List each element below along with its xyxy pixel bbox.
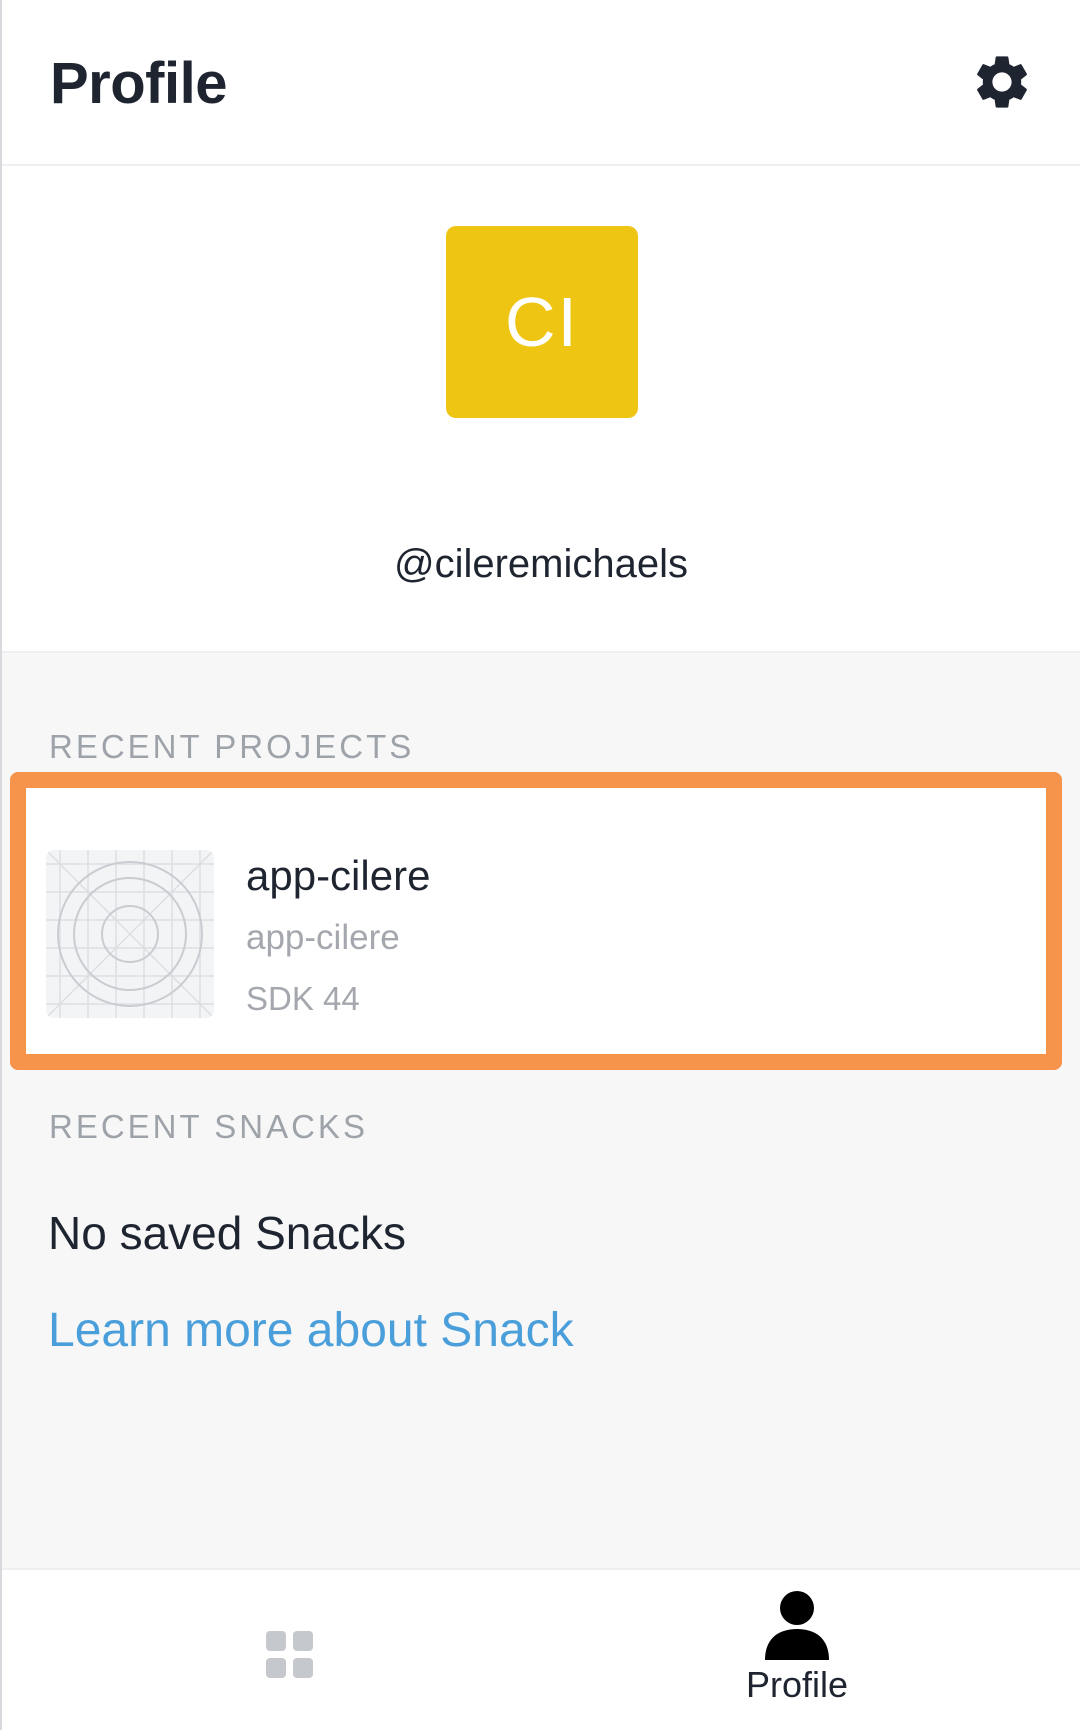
app-header: Profile bbox=[2, 0, 1080, 166]
avatar: CI bbox=[446, 226, 638, 418]
recent-snacks-heading: RECENT SNACKS bbox=[49, 1108, 368, 1145]
recent-projects-heading: RECENT PROJECTS bbox=[49, 728, 415, 765]
profile-card: CI @cileremichaels bbox=[2, 166, 1080, 653]
page-title: Profile bbox=[50, 51, 228, 116]
settings-button[interactable] bbox=[964, 44, 1040, 120]
grid-icon bbox=[266, 1631, 313, 1678]
learn-more-link[interactable]: Learn more about Snack bbox=[48, 1303, 574, 1358]
tab-profile-label: Profile bbox=[745, 1664, 849, 1705]
empty-snacks-message: No saved Snacks bbox=[48, 1207, 406, 1259]
highlight-box bbox=[10, 772, 1062, 1070]
person-icon bbox=[765, 1591, 829, 1660]
username: @cileremichaels bbox=[393, 542, 689, 586]
tab-profile[interactable]: Profile bbox=[714, 1590, 880, 1720]
tab-projects[interactable] bbox=[232, 1600, 348, 1710]
bottom-tab-bar: Profile bbox=[2, 1568, 1080, 1730]
gear-icon bbox=[977, 56, 1027, 108]
